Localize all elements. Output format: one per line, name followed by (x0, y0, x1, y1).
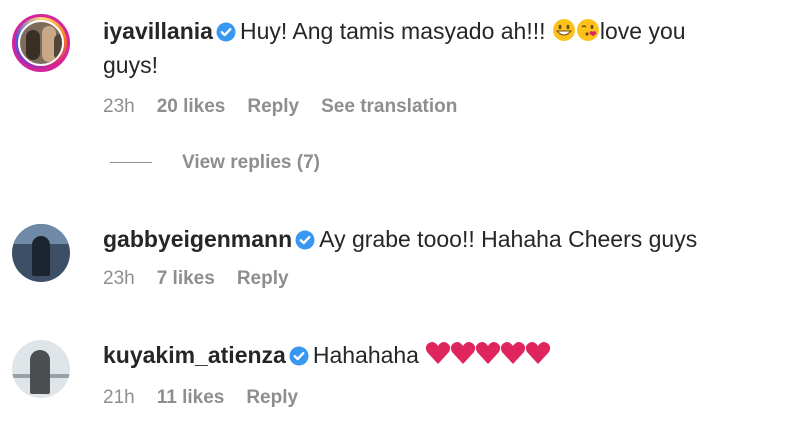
heart-emoji-group (425, 340, 555, 375)
avatar[interactable] (12, 224, 70, 282)
grinning-face-icon (552, 19, 575, 41)
reply-button[interactable]: Reply (246, 387, 298, 408)
reply-button[interactable]: Reply (237, 268, 289, 289)
comments-list: iyavillania Huy! Ang tamis masyado ah!!! … (0, 0, 800, 427)
comment-text-block: gabbyeigenmann Ay grabe tooo!! Hahaha Che… (103, 222, 780, 256)
timestamp[interactable]: 23h (103, 268, 135, 289)
comment-text: Hahahaha (312, 342, 419, 368)
username-link[interactable]: gabbyeigenmann (103, 226, 292, 252)
comment-body: kuyakim_atienza Hahahaha 21h 11 likes Reply (103, 338, 780, 409)
likes-count[interactable]: 7 likes (157, 268, 215, 289)
verified-badge-icon (216, 22, 236, 42)
view-replies-label: View replies (7) (182, 152, 320, 173)
comment-text-block: iyavillania Huy! Ang tamis masyado ah!!! … (103, 14, 780, 48)
comment-body: gabbyeigenmann Ay grabe tooo!! Hahaha Che… (103, 222, 780, 290)
red-heart-icon (426, 342, 551, 364)
comment-text-continued: love you (599, 18, 686, 44)
username-link[interactable]: iyavillania (103, 18, 213, 44)
timestamp[interactable]: 23h (103, 96, 135, 117)
comment-text: Ay grabe tooo!! Hahaha Cheers guys (319, 226, 698, 252)
comment-text: Huy! Ang tamis masyado ah!!! (239, 18, 546, 44)
comment-meta: 23h 20 likes Reply See translation (103, 96, 780, 118)
view-replies-button[interactable]: View replies (7) (110, 152, 320, 174)
comment-meta: 23h 7 likes Reply (103, 268, 780, 290)
comment-text-block: kuyakim_atienza Hahahaha (103, 338, 780, 375)
likes-count[interactable]: 11 likes (157, 387, 225, 408)
comment-text-line2: guys! (103, 52, 158, 78)
avatar[interactable] (12, 340, 70, 398)
replies-divider (110, 162, 152, 164)
comment-meta: 21h 11 likes Reply (103, 387, 780, 409)
see-translation-button[interactable]: See translation (321, 96, 457, 117)
face-blowing-kiss-icon (576, 19, 599, 41)
reply-button[interactable]: Reply (247, 96, 299, 117)
verified-badge-icon (295, 230, 315, 250)
username-link[interactable]: kuyakim_atienza (103, 342, 286, 368)
likes-count[interactable]: 20 likes (157, 96, 226, 117)
timestamp[interactable]: 21h (103, 387, 135, 408)
comment-body: iyavillania Huy! Ang tamis masyado ah!!! … (103, 14, 780, 118)
verified-badge-icon (289, 346, 309, 366)
avatar[interactable] (12, 14, 70, 72)
